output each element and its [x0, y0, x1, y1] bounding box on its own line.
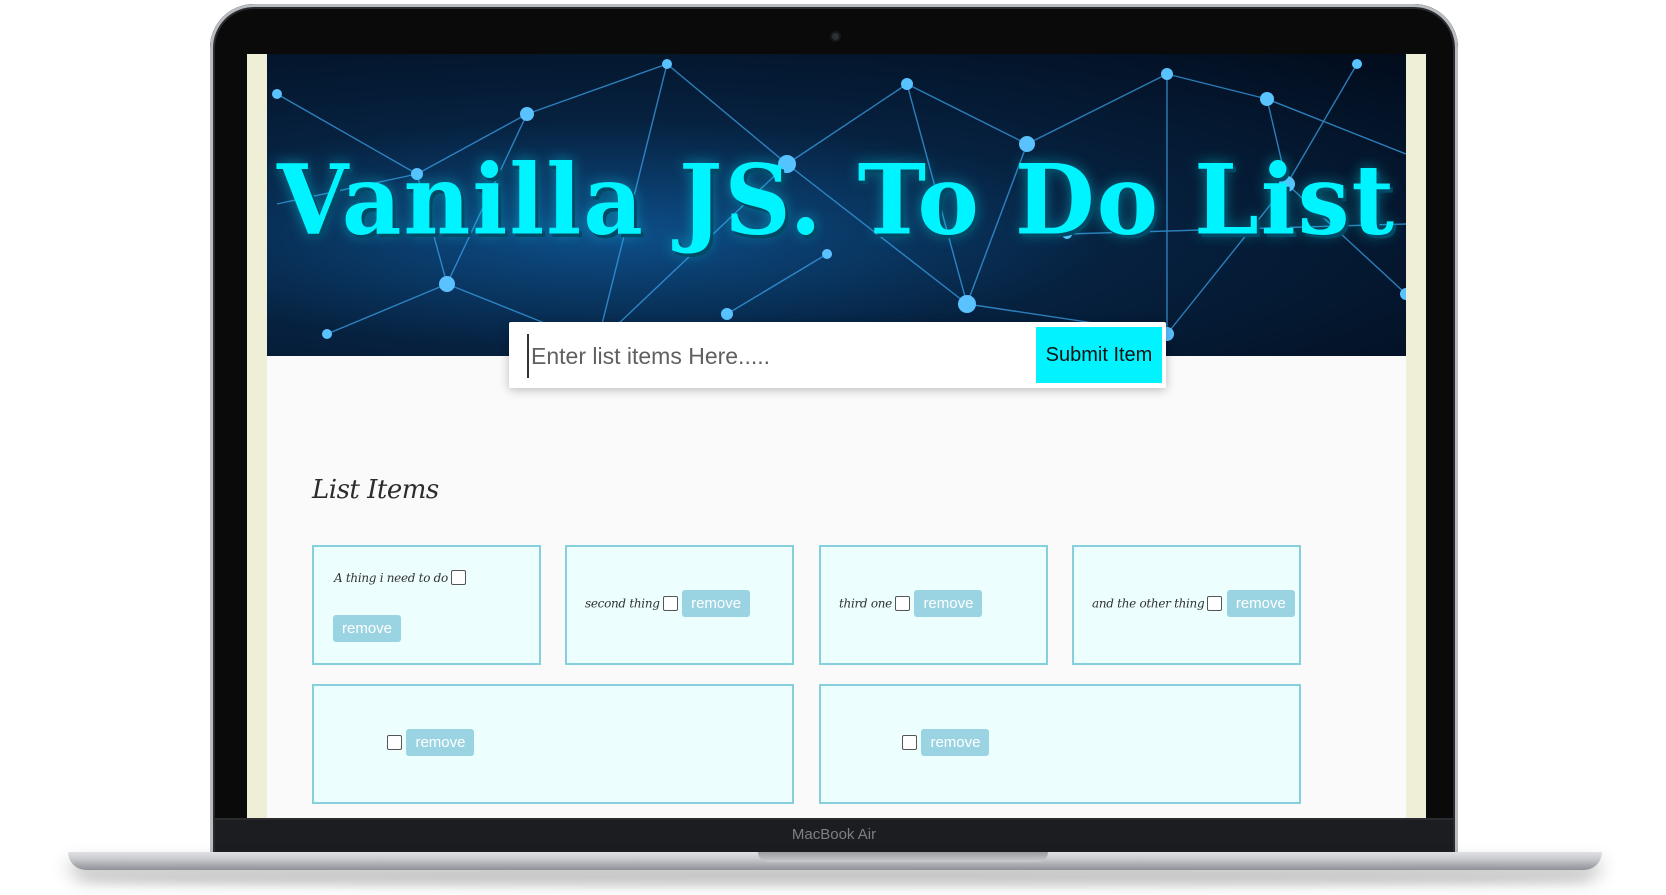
screen: Vanilla JS. To Do List Submit Item List … [247, 54, 1426, 818]
item-checkbox[interactable] [450, 570, 466, 586]
list-item-text: third one [839, 596, 892, 611]
header-banner: Vanilla JS. To Do List [267, 54, 1406, 356]
list-item-text: and the other thing [1092, 596, 1205, 611]
remove-button[interactable]: remove [1226, 590, 1295, 617]
webcam [832, 33, 839, 40]
page-title: Vanilla JS. To Do List [276, 143, 1397, 257]
remove-button[interactable]: remove [914, 590, 983, 617]
remove-button[interactable]: remove [333, 615, 402, 642]
remove-button[interactable]: remove [921, 729, 990, 756]
submit-item-button[interactable]: Submit Item [1036, 327, 1162, 383]
web-page: Vanilla JS. To Do List Submit Item List … [267, 54, 1406, 818]
list-item: A thing i need to do remove [312, 545, 541, 665]
laptop-base [68, 852, 1602, 870]
remove-button[interactable]: remove [682, 590, 751, 617]
screen-bezel: MacBook Air [215, 818, 1453, 856]
item-checkbox[interactable] [387, 735, 402, 750]
item-checkbox[interactable] [662, 596, 678, 611]
list-items-heading: List Items [312, 475, 439, 505]
trackpad-notch [758, 852, 1048, 862]
list-item: and the other thing remove [1072, 545, 1301, 665]
remove-button[interactable]: remove [406, 729, 475, 756]
item-input[interactable] [527, 334, 993, 378]
list-item: second thing remove [565, 545, 794, 665]
list-item: remove [819, 684, 1301, 804]
item-checkbox[interactable] [902, 735, 917, 750]
item-checkbox[interactable] [1207, 596, 1223, 611]
list-item: remove [312, 684, 794, 804]
add-item-form: Submit Item [509, 322, 1166, 388]
list-item-text: A thing i need to do [334, 571, 448, 585]
laptop-shadow [80, 872, 1590, 888]
item-checkbox[interactable] [894, 596, 910, 611]
brand-label: MacBook Air [791, 826, 877, 843]
list-item-text: second thing [585, 596, 660, 611]
list-item: third one remove [819, 545, 1048, 665]
